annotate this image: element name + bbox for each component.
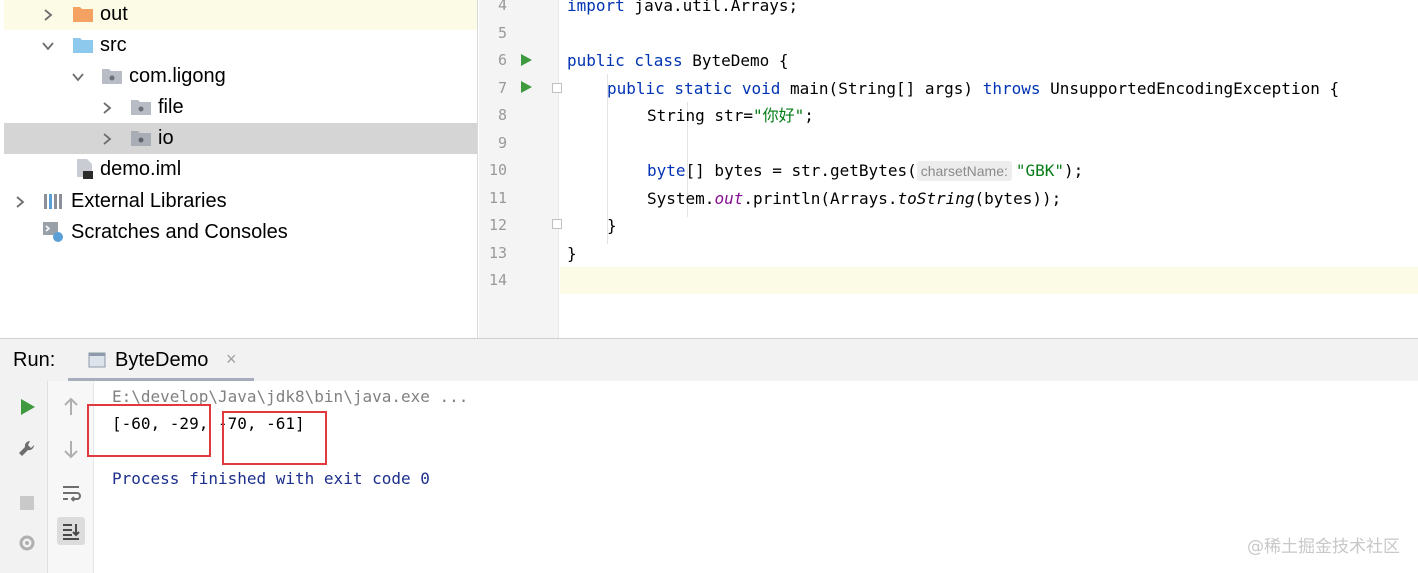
line-number: 11 (488, 189, 507, 207)
chevron-down-icon[interactable] (38, 36, 58, 56)
package-icon (101, 66, 123, 86)
editor-gutter: 4 5 6 7 8 9 10 11 12 13 14 (479, 0, 562, 338)
code-line-4: import java.util.Arrays; (567, 0, 799, 15)
tree-item-com-ligong[interactable]: com.ligong (4, 61, 477, 92)
scroll-to-end-icon[interactable] (57, 517, 85, 545)
tree-item-label: External Libraries (71, 190, 227, 212)
tree-item-external-libraries[interactable]: External Libraries (4, 186, 477, 217)
wrench-icon[interactable] (13, 435, 41, 463)
highlight-box (222, 411, 327, 465)
watermark: @稀土掘金技术社区 (1247, 537, 1400, 557)
tree-item-label: file (158, 96, 184, 118)
run-toolbar-primary (0, 381, 48, 573)
code-line-14-caret[interactable] (560, 267, 1418, 294)
iml-file-icon (74, 158, 96, 179)
code-line-10: byte[] bytes = str.getBytes(charsetName:… (647, 161, 1084, 181)
tree-item-label: Scratches and Consoles (71, 221, 288, 243)
tree-item-file[interactable]: file (4, 92, 477, 123)
tree-item-src[interactable]: src (4, 30, 477, 61)
parameter-hint: charsetName: (916, 161, 1012, 181)
line-number: 14 (488, 271, 507, 289)
soft-wrap-icon[interactable] (57, 479, 85, 507)
highlight-box (87, 404, 211, 457)
run-header: Run: ByteDemo × (0, 339, 1418, 381)
settings-gear-icon[interactable] (13, 529, 41, 557)
chevron-down-icon[interactable] (68, 67, 88, 87)
run-tab-bytedemo[interactable]: ByteDemo × (68, 339, 254, 381)
console-icon (88, 351, 106, 369)
run-tab-label: ByteDemo (115, 349, 209, 371)
tree-item-label: out (100, 3, 128, 25)
project-tool-window: out src com.ligong file io demo.iml Exte… (0, 0, 478, 338)
code-line-13: } (567, 244, 577, 263)
code-text-area[interactable]: import java.util.Arrays; public class By… (560, 0, 1418, 338)
run-main-icon[interactable] (519, 80, 533, 94)
line-number: 10 (488, 161, 507, 179)
chevron-right-icon[interactable] (97, 98, 117, 118)
package-icon (130, 128, 152, 148)
tree-item-io[interactable]: io (4, 123, 477, 154)
folder-orange-icon (72, 4, 94, 24)
rerun-icon[interactable] (13, 393, 41, 421)
stop-icon[interactable] (13, 489, 41, 517)
arrow-up-icon[interactable] (57, 393, 85, 421)
code-line-7: public static void main(String[] args) t… (607, 79, 1340, 98)
folder-blue-icon (72, 35, 94, 55)
line-number: 13 (488, 244, 507, 262)
code-line-11: System.out.println(Arrays.toString(bytes… (647, 189, 1062, 208)
line-number: 5 (497, 24, 507, 42)
chevron-right-icon[interactable] (97, 129, 117, 149)
line-number: 7 (497, 79, 507, 97)
scratches-icon (42, 221, 64, 242)
code-line-6: public class ByteDemo { (567, 51, 789, 70)
line-number: 8 (497, 106, 507, 124)
libraries-icon (42, 191, 64, 211)
tree-item-label: src (100, 34, 127, 56)
chevron-right-icon[interactable] (10, 192, 30, 212)
tree-item-out[interactable]: out (4, 0, 477, 30)
line-number: 12 (488, 216, 507, 234)
console-exit-line: Process finished with exit code 0 (112, 469, 430, 488)
run-tool-window: Run: ByteDemo × E:\develop\Java\jdk8\bin… (0, 338, 1418, 573)
tree-item-label: com.ligong (129, 65, 226, 87)
tree-item-label: io (158, 127, 174, 149)
line-number: 9 (497, 134, 507, 152)
tree-item-label: demo.iml (100, 158, 182, 180)
code-line-8: String str="你好"; (647, 106, 814, 125)
close-icon[interactable]: × (226, 349, 237, 370)
chevron-right-icon[interactable] (38, 5, 58, 25)
package-icon (130, 97, 152, 117)
tree-item-demo-iml[interactable]: demo.iml (4, 154, 477, 185)
code-editor[interactable]: 4 5 6 7 8 9 10 11 12 13 14 import java.u… (479, 0, 1418, 338)
code-line-12: } (607, 216, 617, 235)
arrow-down-icon[interactable] (57, 435, 85, 463)
run-class-icon[interactable] (519, 53, 533, 67)
run-title: Run: (13, 349, 56, 371)
line-number: 4 (497, 0, 507, 14)
tree-item-scratches[interactable]: Scratches and Consoles (4, 217, 477, 248)
line-number: 6 (497, 51, 507, 69)
console-output[interactable]: E:\develop\Java\jdk8\bin\java.exe ... [-… (112, 381, 1412, 573)
